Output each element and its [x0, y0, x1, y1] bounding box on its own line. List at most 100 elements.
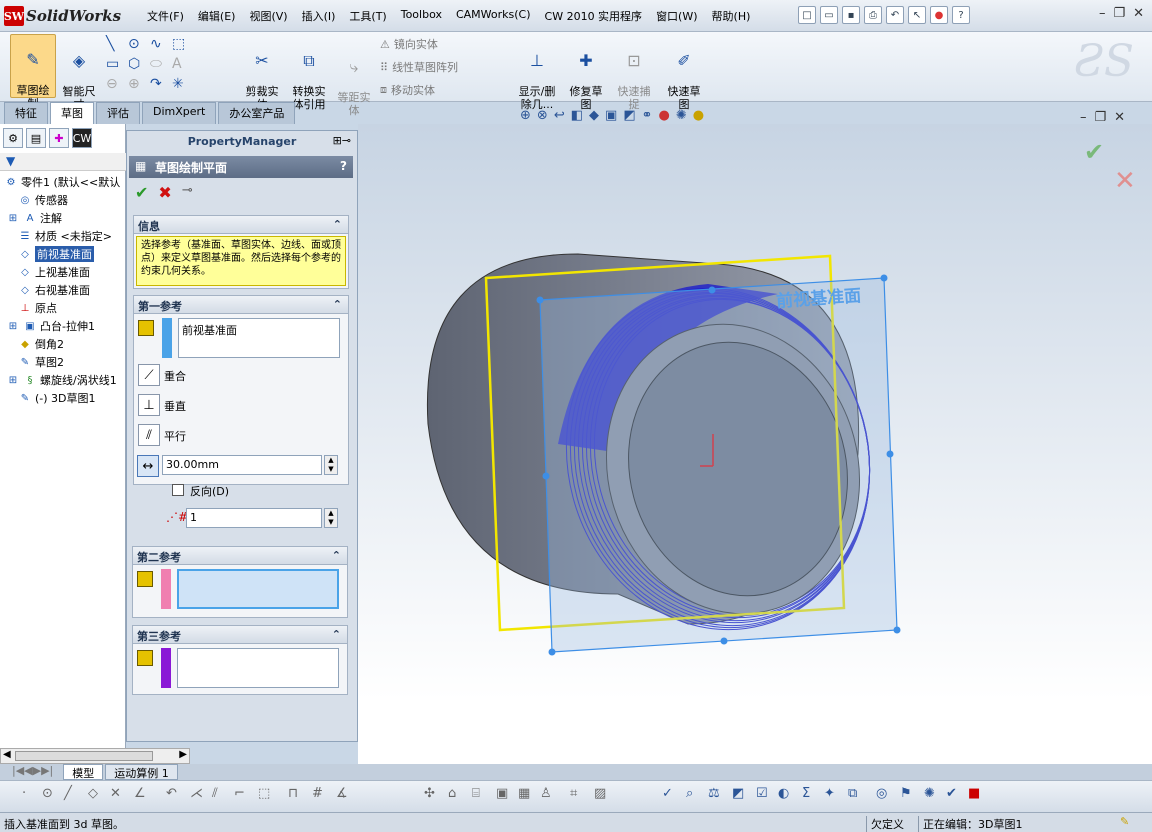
feature-tree-tab-icon[interactable]: ⚙: [3, 128, 23, 148]
camworks-tab-icon[interactable]: CW: [72, 128, 92, 148]
info-group-header[interactable]: 信息 ⌃: [134, 216, 348, 234]
parallel-line-icon[interactable]: ⫽: [212, 786, 218, 801]
scroll-right-icon[interactable]: ▶: [179, 749, 187, 760]
tab-dimxpert[interactable]: DimXpert: [142, 102, 217, 124]
rectangle-icon[interactable]: ▭: [106, 56, 128, 72]
viewport-close-icon[interactable]: ✕: [1114, 110, 1125, 125]
ok-check-icon[interactable]: ✔: [135, 183, 148, 202]
config-manager-tab-icon[interactable]: ✚: [49, 128, 69, 148]
property-manager-tab-icon[interactable]: ▤: [26, 128, 46, 148]
circle-icon[interactable]: ⊙: [128, 36, 150, 52]
tree-item-front-plane[interactable]: ◇ 前视基准面: [18, 246, 94, 262]
sketch-box-icon[interactable]: ⬚: [172, 36, 194, 52]
dynamic-annotation-icon[interactable]: ◆: [589, 108, 599, 123]
line-icon[interactable]: ╲: [106, 36, 128, 52]
line-tool-icon[interactable]: ╱: [64, 786, 72, 801]
tree-item-annotations[interactable]: ⊞ A 注解: [6, 210, 62, 226]
corner-rect-icon[interactable]: ⌐: [234, 786, 245, 801]
sketch-button[interactable]: ✎ 草图绘 制: [10, 34, 56, 110]
collapse-chevron-icon[interactable]: ⌃: [332, 628, 341, 641]
third-reference-header[interactable]: 第三参考 ⌃: [133, 626, 347, 644]
print-icon[interactable]: ⎙: [864, 6, 882, 24]
pin-icon[interactable]: ⊞⊸: [333, 134, 351, 147]
centerline-icon[interactable]: ✳: [172, 76, 194, 92]
first-reference-header[interactable]: 第一参考 ⌃: [134, 296, 348, 314]
measure-icon[interactable]: ⌕: [686, 786, 693, 801]
tree-item-boss-extrude[interactable]: ⊞ ▣ 凸台-拉伸1: [6, 318, 95, 334]
repair-sketch-button[interactable]: ✚ 修复草 图: [564, 36, 608, 111]
previous-view-icon[interactable]: ↩: [554, 108, 565, 123]
dim-tool-a-icon[interactable]: ✣: [424, 786, 435, 801]
menu-help[interactable]: 帮助(H): [705, 8, 758, 24]
cancel-x-icon[interactable]: ✖: [158, 183, 171, 202]
undo-icon[interactable]: ↶: [886, 6, 904, 24]
dim-tool-g-icon[interactable]: ⌗: [570, 786, 577, 801]
solidworks-logo[interactable]: SW SolidWorks: [4, 5, 121, 27]
distance-input[interactable]: 30.00mm: [162, 455, 322, 475]
open-folder-icon[interactable]: ▭: [820, 6, 838, 24]
confirm-corner-cancel-icon[interactable]: ✕: [1114, 166, 1136, 196]
reverse-checkbox[interactable]: [172, 484, 184, 496]
keep-visible-pin-icon[interactable]: ⊸: [182, 183, 193, 202]
text-icon[interactable]: A: [172, 56, 194, 72]
linear-pattern-button[interactable]: ⠿ 线性草图阵列: [380, 59, 458, 75]
menu-insert[interactable]: 插入(I): [295, 8, 343, 24]
count-spinner[interactable]: ▲ ▼: [324, 508, 338, 528]
tree-item-right-plane[interactable]: ◇ 右视基准面: [18, 282, 90, 298]
tab-sketch[interactable]: 草图: [50, 102, 94, 124]
minimize-icon[interactable]: –: [1099, 6, 1106, 21]
equations-sigma-icon[interactable]: Σ: [802, 786, 810, 801]
move-entities-button[interactable]: ⧈ 移动实体: [380, 82, 435, 98]
distance-icon[interactable]: ↔: [137, 455, 159, 477]
mass-properties-icon[interactable]: ⚖: [708, 786, 720, 801]
tree-item-3d-sketch[interactable]: ✎ (-) 3D草图1: [18, 390, 96, 406]
view-settings-icon[interactable]: ●: [693, 108, 704, 123]
menu-toolbox[interactable]: Toolbox: [394, 8, 449, 24]
tab-office-products[interactable]: 办公室产品: [218, 102, 296, 124]
tab-nav-arrows-icon[interactable]: |◀◀▶▶|: [4, 764, 61, 780]
fillet-tool-icon[interactable]: ↶: [166, 786, 177, 801]
scroll-left-icon[interactable]: ◀: [3, 749, 11, 760]
simulation-icon[interactable]: ⚑: [900, 786, 912, 801]
count-input[interactable]: 1: [186, 508, 322, 528]
section-view-icon[interactable]: ◧: [571, 108, 583, 123]
rebuild-traffic-light-icon[interactable]: ●: [930, 6, 948, 24]
point-icon[interactable]: ⊕: [128, 76, 150, 92]
tree-item-chamfer[interactable]: ◆ 倒角2: [18, 336, 64, 352]
filter-funnel-icon[interactable]: ▼: [6, 154, 15, 168]
dim-tool-e-icon[interactable]: ▦: [518, 786, 530, 801]
geometry-analysis-icon[interactable]: ◐: [778, 786, 789, 801]
first-reference-selection-box[interactable]: 前视基准面: [178, 318, 340, 358]
coincident-icon[interactable]: ⟋: [138, 364, 160, 386]
point-tool-icon[interactable]: ·: [22, 786, 26, 801]
second-reference-selection-box[interactable]: [177, 569, 339, 609]
display-style-icon[interactable]: ◩: [623, 108, 635, 123]
rapid-sketch-button[interactable]: ✐ 快速草 图: [662, 36, 706, 111]
trim-entities-button[interactable]: ✂ 剪裁实 体: [240, 36, 284, 111]
menu-view[interactable]: 视图(V): [242, 8, 294, 24]
chamfer-tool-icon[interactable]: ⋌: [190, 786, 203, 801]
check-icon[interactable]: ☑: [756, 786, 768, 801]
menu-cw2010[interactable]: CW 2010 实用程序: [538, 8, 650, 24]
distance-spinner[interactable]: ▲ ▼: [324, 455, 338, 475]
polygon-icon[interactable]: ⬡: [128, 56, 150, 72]
viewport-restore-icon[interactable]: ❐: [1095, 110, 1107, 125]
dim-tool-d-icon[interactable]: ▣: [496, 786, 508, 801]
edit-appearance-icon[interactable]: ●: [659, 108, 670, 123]
confirm-corner-ok-icon[interactable]: ✔: [1084, 138, 1104, 166]
menu-window[interactable]: 窗口(W): [649, 8, 704, 24]
angle-tool-icon[interactable]: ∠: [134, 786, 146, 801]
viewport-minimize-icon[interactable]: –: [1080, 110, 1087, 125]
apply-scene-icon[interactable]: ✺: [676, 108, 687, 123]
section-properties-icon[interactable]: ◩: [732, 786, 744, 801]
perpendicular-icon[interactable]: ⊥: [138, 394, 160, 416]
smart-dimension-button[interactable]: ◈ 智能尺 寸: [58, 36, 100, 111]
arc-icon[interactable]: ↷: [150, 76, 172, 92]
offset-entities-button[interactable]: ⤷ 等距实 体: [334, 42, 374, 117]
zoom-to-area-icon[interactable]: ⊗: [537, 108, 548, 123]
close-icon[interactable]: ✕: [1133, 6, 1144, 21]
view-orientation-icon[interactable]: ▣: [605, 108, 617, 123]
convert-entities-button[interactable]: ⧉ 转换实 体引用: [286, 36, 332, 111]
tree-root[interactable]: ⚙ 零件1 (默认<<默认: [4, 174, 121, 190]
spell-check-icon[interactable]: ✓: [662, 786, 673, 801]
